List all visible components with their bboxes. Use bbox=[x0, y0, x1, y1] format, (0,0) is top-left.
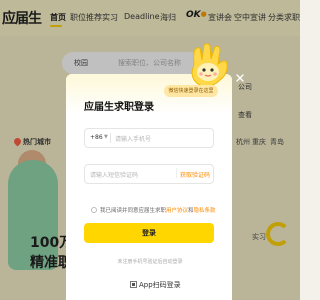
privacy-policy-link[interactable]: 隐私条款 bbox=[194, 208, 216, 214]
mascot-icon bbox=[191, 43, 228, 87]
wechat-login-tip[interactable]: 微信快速登录在这里 bbox=[164, 85, 218, 97]
login-button[interactable]: 登录 bbox=[84, 223, 214, 243]
agreement-checkbox[interactable] bbox=[91, 207, 97, 213]
phone-field-divider bbox=[110, 133, 111, 143]
modal-title: 应届生求职登录 bbox=[84, 102, 154, 113]
user-agreement-link[interactable]: 用户协议 bbox=[166, 208, 188, 214]
close-icon[interactable] bbox=[236, 74, 244, 82]
agreement-prefix: 我已阅读并同意应届生求职 bbox=[100, 208, 167, 214]
chevron-down-icon[interactable]: ▼ bbox=[104, 134, 108, 140]
code-field-divider bbox=[176, 168, 177, 178]
app-qr-login-link[interactable]: App扫码登录 bbox=[139, 280, 181, 290]
country-code-select[interactable]: +86 bbox=[90, 134, 103, 141]
sms-code-placeholder[interactable]: 请输入短信验证码 bbox=[90, 170, 138, 179]
auto-register-hint: 未注册手机号验证后自动登录 bbox=[117, 259, 183, 265]
phone-input-placeholder[interactable]: 请输入手机号 bbox=[115, 134, 151, 143]
get-code-button[interactable]: 获取验证码 bbox=[180, 170, 210, 179]
agreement-text: 我已阅读并同意应届生求职用户协议和隐私条款 bbox=[100, 206, 216, 214]
qr-code-icon[interactable] bbox=[130, 281, 137, 288]
